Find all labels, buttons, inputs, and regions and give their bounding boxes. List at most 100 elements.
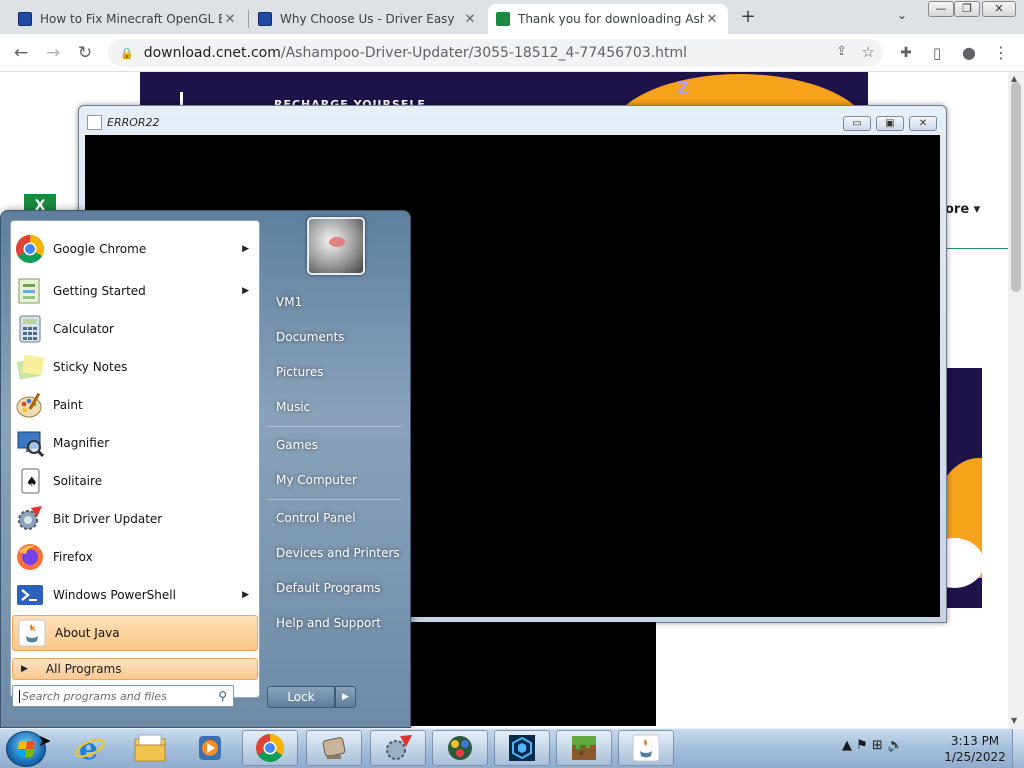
- program-label: About Java: [55, 626, 120, 640]
- forward-icon[interactable]: →: [42, 42, 64, 64]
- unknown-app-icon[interactable]: [306, 730, 362, 766]
- url-text: download.cnet.com/Ashampoo-Driver-Update…: [144, 45, 687, 61]
- share-icon[interactable]: ⇪: [836, 44, 847, 59]
- user-avatar[interactable]: [307, 217, 365, 275]
- program-magnifier[interactable]: Magnifier: [11, 425, 259, 461]
- start-link-documents[interactable]: Documents: [267, 324, 405, 350]
- program-windows-powershell[interactable]: Windows PowerShell ▶: [11, 577, 259, 613]
- driver-easy-icon: [18, 12, 32, 26]
- java-window-title: ERROR22: [107, 116, 160, 129]
- internet-explorer-icon[interactable]: e: [62, 730, 118, 766]
- program-about-java[interactable]: About Java: [12, 615, 258, 651]
- text-caret: [19, 689, 20, 703]
- taskbar-java-icon[interactable]: [618, 730, 674, 766]
- clock-time: 3:13 PM: [950, 734, 1000, 748]
- program-label: Calculator: [53, 322, 114, 336]
- window-minimize-button[interactable]: —: [928, 1, 954, 17]
- calculator-icon: [14, 313, 46, 345]
- start-link-default-programs[interactable]: Default Programs: [267, 575, 405, 601]
- tab-minecraft-opengl[interactable]: How to Fix Minecraft OpenGL Erro ✕: [10, 4, 246, 34]
- bit-driver-updater-icon: [14, 503, 46, 535]
- start-link-control-panel[interactable]: Control Panel: [267, 505, 405, 531]
- lock-button[interactable]: Lock: [267, 686, 335, 708]
- start-separator: [267, 426, 401, 427]
- shutdown-options-arrow-icon[interactable]: ▶: [335, 686, 356, 708]
- tab-title: Thank you for downloading Ashamp: [518, 12, 704, 26]
- close-tab-icon[interactable]: ✕: [222, 12, 238, 27]
- window-close-button[interactable]: ✕: [982, 1, 1016, 17]
- address-bar[interactable]: 🔒 download.cnet.com/Ashampoo-Driver-Upda…: [108, 39, 883, 67]
- minecraft-icon[interactable]: [556, 730, 612, 766]
- window-restore-button[interactable]: ❐: [954, 1, 980, 17]
- svg-text:e: e: [79, 732, 98, 764]
- java-close-button[interactable]: ✕: [909, 116, 937, 131]
- program-paint[interactable]: Paint: [11, 387, 259, 423]
- java-window-icon: [87, 115, 102, 130]
- ad-banner[interactable]: RECHARGE YOURSELF Z: [140, 72, 868, 108]
- program-bit-driver-updater[interactable]: Bit Driver Updater: [11, 501, 259, 537]
- profile-avatar-icon[interactable]: ●: [958, 42, 980, 64]
- file-explorer-icon[interactable]: [122, 730, 178, 766]
- getting-started-icon: [14, 275, 46, 307]
- program-getting-started[interactable]: Getting Started ▶: [11, 273, 259, 309]
- scrollbar-thumb[interactable]: [1011, 82, 1021, 292]
- tab-why-choose-us[interactable]: Why Choose Us - Driver Easy ✕: [250, 4, 486, 34]
- program-label: Firefox: [53, 550, 93, 564]
- ad-cloud-graphic: [944, 538, 982, 588]
- java-minimize-button[interactable]: ▭: [843, 116, 871, 131]
- tab-thank-you-downloading[interactable]: Thank you for downloading Ashamp ✕: [488, 4, 728, 34]
- scroll-down-arrow-icon[interactable]: ▼: [1011, 716, 1017, 725]
- tab-search-icon[interactable]: ⌄: [897, 8, 907, 22]
- start-link-pictures[interactable]: Pictures: [267, 359, 405, 385]
- cube-app-icon[interactable]: [494, 730, 550, 766]
- system-tray-icons[interactable]: ▲ ⚑ ⊞ 🔈: [842, 738, 903, 753]
- all-programs-button[interactable]: ▶ All Programs: [12, 658, 258, 680]
- clock-date: 1/25/2022: [944, 750, 1006, 764]
- start-menu: Google Chrome ▶ Getting Started ▶ Calcul…: [0, 210, 411, 728]
- close-tab-icon[interactable]: ✕: [704, 12, 720, 27]
- chrome-menu-icon[interactable]: ⋮: [990, 42, 1012, 64]
- magnifier-icon: [14, 427, 46, 459]
- search-icon[interactable]: ⚲: [218, 689, 227, 703]
- program-sticky-notes[interactable]: Sticky Notes: [11, 349, 259, 385]
- submenu-arrow-icon: ▶: [242, 590, 249, 600]
- bookmark-star-icon[interactable]: ☆: [862, 43, 875, 61]
- side-panel-icon[interactable]: ▯: [926, 42, 948, 64]
- program-label: Google Chrome: [53, 242, 147, 256]
- start-link-games[interactable]: Games: [267, 432, 405, 458]
- program-google-chrome[interactable]: Google Chrome ▶: [11, 231, 259, 267]
- start-link-help-support[interactable]: Help and Support: [267, 610, 405, 636]
- page-scrollbar[interactable]: ▲ ▼: [1008, 72, 1024, 728]
- start-search-input[interactable]: Search programs and files ⚲: [12, 685, 234, 707]
- java-icon: [16, 617, 48, 649]
- solitaire-app-icon[interactable]: [432, 730, 488, 766]
- all-programs-label: All Programs: [45, 662, 122, 676]
- program-solitaire[interactable]: ♠ Solitaire: [11, 463, 259, 499]
- start-link-vm1[interactable]: VM1: [267, 289, 405, 315]
- start-link-devices-printers[interactable]: Devices and Printers: [267, 540, 405, 566]
- taskbar-bit-driver-updater-icon[interactable]: [370, 730, 426, 766]
- show-desktop-button[interactable]: [1012, 729, 1024, 768]
- tab-title: Why Choose Us - Driver Easy: [280, 12, 455, 26]
- back-icon[interactable]: ←: [10, 42, 32, 64]
- taskbar-chrome-icon[interactable]: [242, 730, 298, 766]
- reload-icon[interactable]: ↻: [74, 42, 96, 64]
- close-tab-icon[interactable]: ✕: [462, 12, 478, 27]
- start-link-music[interactable]: Music: [267, 394, 405, 420]
- background-black-window: [410, 622, 656, 726]
- svg-text:♠: ♠: [26, 475, 38, 490]
- submenu-arrow-icon: ▶: [242, 244, 249, 254]
- program-label: Magnifier: [53, 436, 110, 450]
- program-calculator[interactable]: Calculator: [11, 311, 259, 347]
- java-maximize-button[interactable]: ▣: [876, 116, 904, 131]
- extensions-icon[interactable]: ✚: [895, 42, 917, 64]
- taskbar-clock[interactable]: 3:13 PM 1/25/2022: [942, 733, 1008, 765]
- side-ad-image[interactable]: [944, 368, 982, 608]
- media-player-icon[interactable]: [182, 730, 238, 766]
- start-link-my-computer[interactable]: My Computer: [267, 467, 405, 493]
- program-firefox[interactable]: Firefox: [11, 539, 259, 575]
- new-tab-button[interactable]: +: [738, 6, 758, 28]
- submenu-arrow-icon: ▶: [242, 286, 249, 296]
- more-menu-link[interactable]: ore ▾: [945, 202, 980, 217]
- tab-separator: [248, 10, 249, 28]
